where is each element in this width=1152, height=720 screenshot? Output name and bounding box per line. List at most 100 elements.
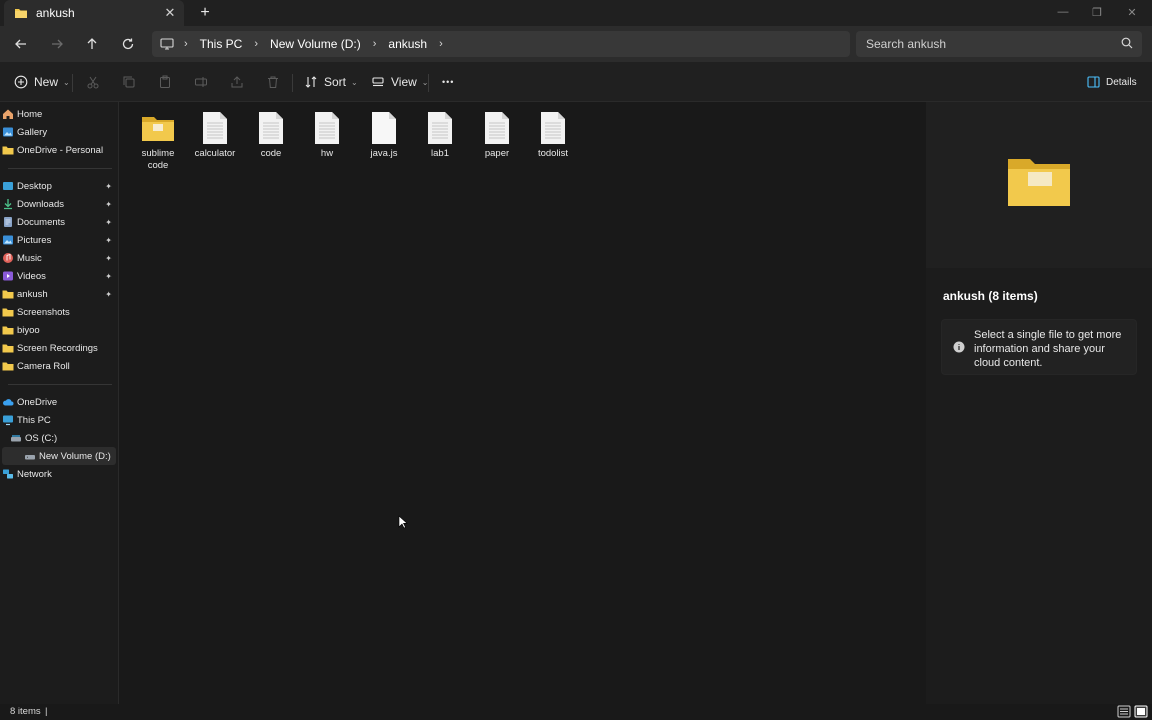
folder-icon	[2, 144, 14, 156]
breadcrumb-separator[interactable]: ›	[184, 38, 188, 50]
sidebar-item-ankush[interactable]: ankush ✦	[2, 285, 116, 303]
sidebar-item-label: OneDrive - Personal	[17, 144, 104, 156]
new-button[interactable]: New ⌄	[14, 70, 70, 94]
sort-button[interactable]: Sort ⌄	[304, 70, 358, 94]
sidebar-item-documents[interactable]: Documents ✦	[2, 213, 116, 231]
rename-icon	[195, 77, 207, 87]
large-icons-view-icon[interactable]	[1134, 705, 1148, 718]
forward-button[interactable]	[44, 32, 70, 56]
chevron-down-icon: ⌄	[351, 77, 358, 87]
rename-button[interactable]	[194, 70, 208, 94]
close-window-button[interactable]: ✕	[1115, 0, 1149, 24]
sidebar-item-screenshots[interactable]: Screenshots	[2, 303, 116, 321]
divider	[292, 74, 293, 92]
copy-button[interactable]	[122, 70, 136, 94]
tab-close-icon[interactable]: ✕	[160, 3, 180, 23]
sidebar-item-this-pc[interactable]: This PC	[2, 411, 116, 429]
sidebar-item-videos[interactable]: Videos ✦	[2, 267, 116, 285]
monitor-icon[interactable]	[160, 38, 174, 50]
paste-button[interactable]	[158, 70, 172, 94]
sidebar-item-downloads[interactable]: Downloads ✦	[2, 195, 116, 213]
folder-icon	[2, 324, 14, 336]
sidebar-item-os-c[interactable]: OS (C:)	[2, 429, 116, 447]
file-item-todolist[interactable]: todolist	[527, 110, 579, 160]
file-item-sublime-code[interactable]: sublime code	[132, 110, 184, 172]
pin-icon[interactable]: ✦	[105, 254, 112, 263]
pin-icon[interactable]: ✦	[105, 290, 112, 299]
minimize-button[interactable]: —	[1046, 0, 1080, 24]
file-icon	[197, 110, 233, 146]
sidebar-item-onedrive-personal[interactable]: OneDrive - Personal	[2, 141, 116, 159]
videos-icon	[2, 270, 14, 282]
new-tab-button[interactable]: +	[194, 3, 216, 23]
arrow-right-icon	[52, 39, 63, 49]
sidebar-item-label: biyoo	[17, 324, 40, 336]
sidebar-item-screen-recordings[interactable]: Screen Recordings	[2, 339, 116, 357]
refresh-button[interactable]	[115, 32, 141, 56]
up-button[interactable]	[79, 32, 105, 56]
breadcrumb-separator[interactable]: ›	[373, 38, 377, 50]
file-item-java-js[interactable]: java.js	[358, 110, 410, 160]
file-name: todolist	[537, 148, 569, 159]
sidebar-item-label: Network	[17, 468, 52, 480]
sidebar-item-onedrive[interactable]: OneDrive	[2, 393, 116, 411]
view-label: View	[391, 75, 417, 89]
pin-icon[interactable]: ✦	[105, 182, 112, 191]
search-icon[interactable]	[1120, 36, 1134, 50]
sidebar-item-home[interactable]: Home	[2, 105, 116, 123]
details-pane-icon	[1087, 76, 1100, 88]
details-pane: ankush (8 items) Select a single file to…	[926, 102, 1152, 704]
sidebar-item-label: Gallery	[17, 126, 48, 138]
status-bar: 8 items |	[0, 704, 1152, 720]
breadcrumb-separator[interactable]: ›	[254, 38, 258, 50]
view-icon	[372, 77, 384, 87]
sidebar-item-label: Videos	[17, 270, 46, 282]
file-list[interactable]: sublime code calculator code hw java.js …	[120, 102, 925, 704]
cut-button[interactable]	[86, 70, 100, 94]
sidebar-item-label: This PC	[17, 414, 51, 426]
download-icon	[2, 198, 14, 210]
details-view-icon[interactable]	[1117, 705, 1131, 718]
breadcrumb-new-volume[interactable]: New Volume (D:)	[270, 37, 361, 51]
sidebar-item-label: Downloads	[17, 198, 64, 210]
sidebar-item-label: New Volume (D:)	[39, 450, 111, 462]
breadcrumb[interactable]: › This PC › New Volume (D:) › ankush ›	[152, 31, 850, 57]
sidebar-item-pictures[interactable]: Pictures ✦	[2, 231, 116, 249]
file-item-paper[interactable]: paper	[471, 110, 523, 160]
sidebar-item-network[interactable]: Network	[2, 465, 116, 483]
sidebar-item-label: Music	[17, 252, 42, 264]
details-info-card: Select a single file to get more informa…	[941, 319, 1137, 375]
pin-icon[interactable]: ✦	[105, 218, 112, 227]
mouse-cursor-icon	[398, 515, 408, 529]
sidebar-item-biyoo[interactable]: biyoo	[2, 321, 116, 339]
breadcrumb-ankush[interactable]: ankush	[388, 37, 427, 51]
tab-ankush[interactable]: ankush ✕	[4, 0, 184, 26]
breadcrumb-this-pc[interactable]: This PC	[200, 37, 243, 51]
share-button[interactable]	[230, 70, 244, 94]
sidebar-item-camera-roll[interactable]: Camera Roll	[2, 357, 116, 375]
tab-title: ankush	[36, 6, 75, 20]
maximize-button[interactable]: ❐	[1080, 0, 1114, 24]
sidebar-item-music[interactable]: Music ✦	[2, 249, 116, 267]
sidebar-item-new-volume-d[interactable]: New Volume (D:)	[2, 447, 116, 465]
view-button[interactable]: View ⌄	[371, 70, 429, 94]
search-input[interactable]: Search ankush	[856, 31, 1142, 57]
breadcrumb-separator[interactable]: ›	[439, 38, 443, 50]
pin-icon[interactable]: ✦	[105, 200, 112, 209]
sort-icon	[305, 76, 317, 88]
delete-button[interactable]	[266, 70, 280, 94]
sidebar-item-desktop[interactable]: Desktop ✦	[2, 177, 116, 195]
command-bar: New ⌄ Sort ⌄ View ⌄ ••• Details	[0, 62, 1152, 102]
navigation-pane: Home Gallery OneDrive - Personal Desktop…	[0, 102, 119, 704]
file-item-code[interactable]: code	[245, 110, 297, 160]
sidebar-item-label: Documents	[17, 216, 66, 228]
file-item-hw[interactable]: hw	[301, 110, 353, 160]
more-options-button[interactable]: •••	[442, 70, 454, 94]
back-button[interactable]	[8, 32, 34, 56]
pin-icon[interactable]: ✦	[105, 236, 112, 245]
file-item-lab1[interactable]: lab1	[414, 110, 466, 160]
pin-icon[interactable]: ✦	[105, 272, 112, 281]
details-button[interactable]: Details	[1087, 70, 1137, 94]
sidebar-item-gallery[interactable]: Gallery	[2, 123, 116, 141]
file-item-calculator[interactable]: calculator	[189, 110, 241, 160]
